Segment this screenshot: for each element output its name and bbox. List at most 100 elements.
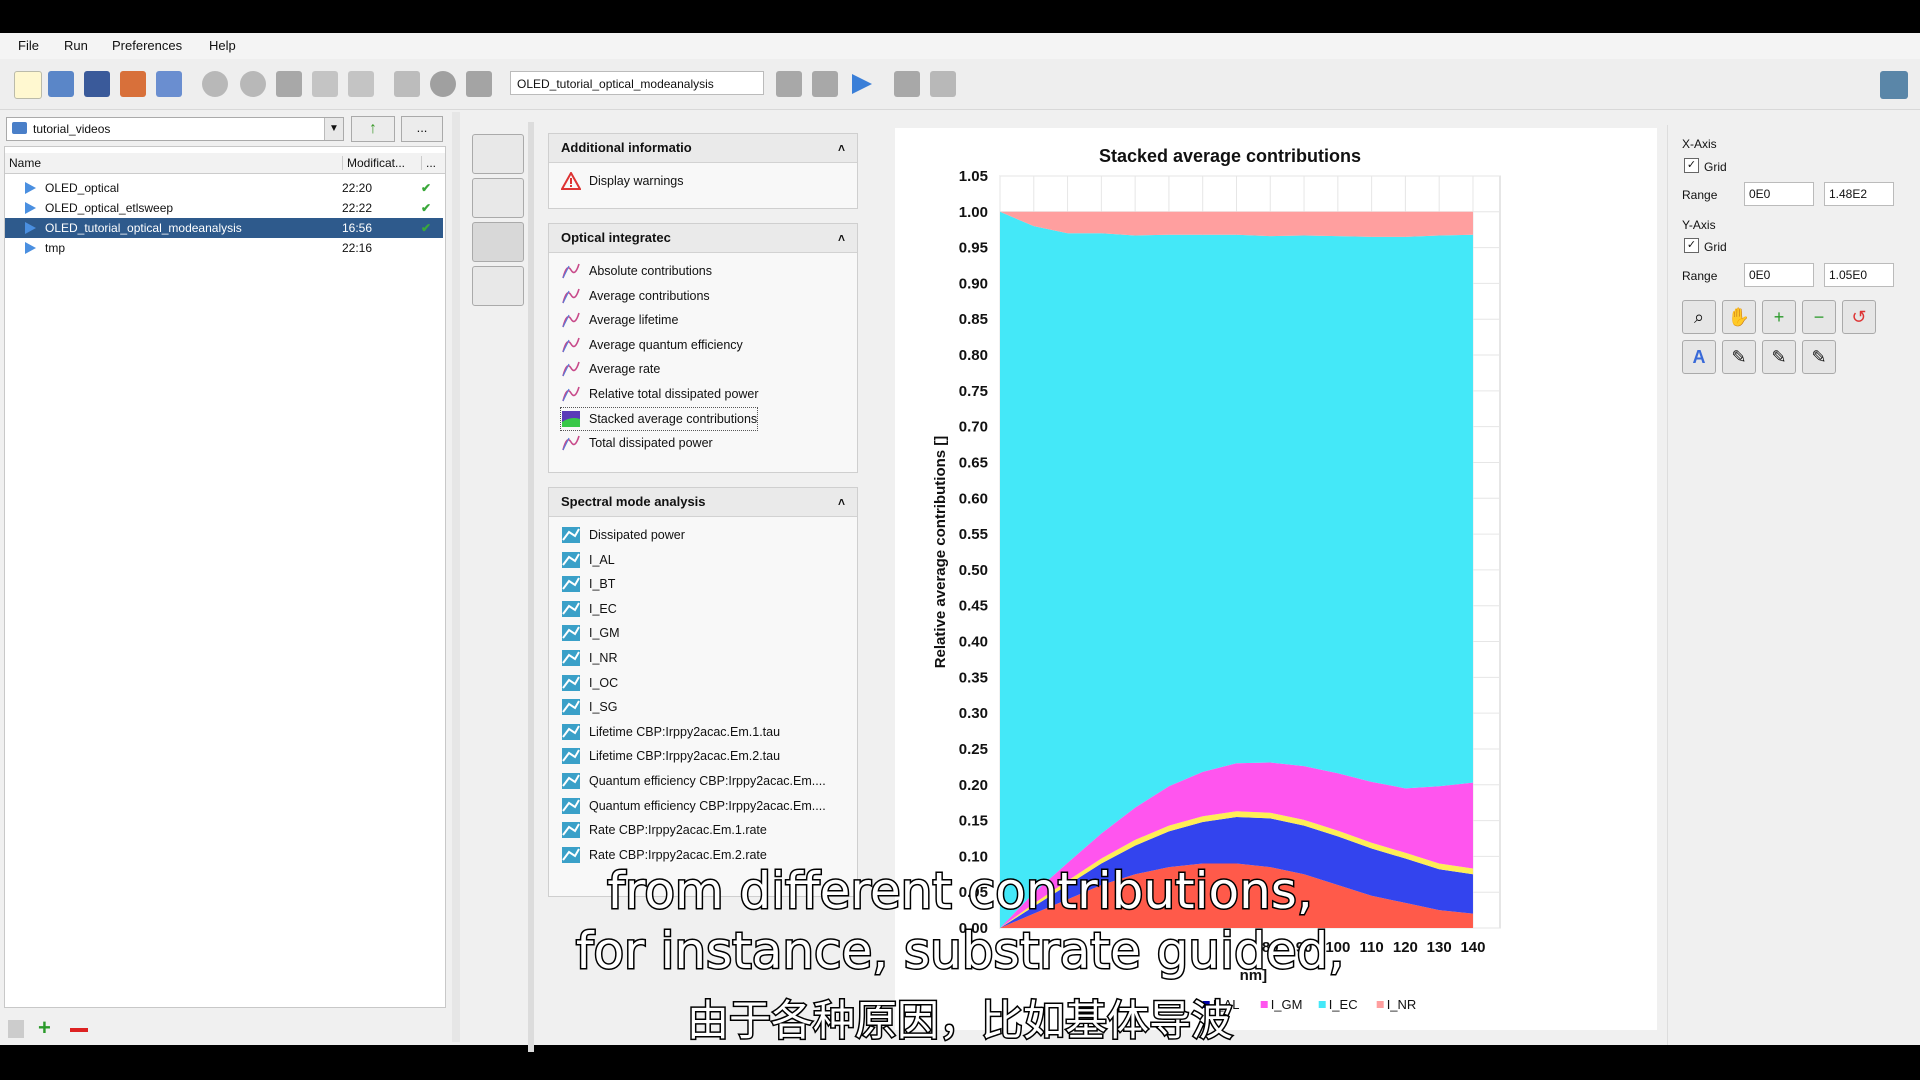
menu-bar: File Run Preferences Help [0, 33, 1920, 59]
tree-item-label: Average lifetime [589, 313, 679, 328]
y-grid-checkbox[interactable]: ✓ [1684, 238, 1699, 253]
pointer-icon[interactable] [394, 71, 420, 97]
tree-item[interactable]: I_GM [561, 622, 620, 644]
file-row[interactable]: OLED_optical 22:20 ✔ [5, 178, 443, 198]
open-folder-icon[interactable] [48, 71, 74, 97]
edit-icon[interactable] [120, 71, 146, 97]
tree-item[interactable]: Relative total dissipated power [561, 383, 759, 405]
collapse-icon[interactable]: ˄ [838, 134, 845, 162]
text-annotation-icon[interactable]: A [1682, 340, 1716, 374]
simulation-combo[interactable]: OLED_tutorial_optical_modeanalysis [510, 71, 764, 95]
column-more[interactable]: ... [421, 156, 436, 170]
subtitle-line-2: for instance, substrate guided, [574, 921, 1345, 982]
column-modified[interactable]: Modificat... [342, 156, 405, 170]
folder-upload-icon[interactable] [156, 71, 182, 97]
layer-icon[interactable] [466, 71, 492, 97]
file-name: OLED_optical [45, 181, 120, 195]
group-header[interactable]: Additional informatio ˄ [549, 134, 857, 163]
tree-item[interactable]: Average lifetime [561, 309, 678, 331]
y-range-label: Range [1682, 269, 1718, 283]
tree-item[interactable]: I_AL [561, 549, 615, 571]
y-tick-label: 0.75 [959, 383, 988, 400]
tree-item[interactable]: I_EC [561, 598, 617, 620]
tree-item-label: Absolute contributions [589, 264, 712, 278]
tree-item-label: Lifetime CBP:Irppy2acac.Em.1.tau [589, 724, 781, 739]
tree-item[interactable]: Quantum efficiency CBP:Irppy2acac.Em.... [561, 795, 826, 817]
spectrum-plot-icon [562, 748, 580, 765]
x-min-input[interactable]: 0E0 [1744, 182, 1814, 206]
collapse-icon[interactable]: ˄ [838, 224, 845, 252]
tree-item[interactable]: Lifetime CBP:Irppy2acac.Em.1.tau [561, 721, 780, 743]
tree-item[interactable]: Stacked average contributions [559, 406, 759, 431]
edit-view-tab[interactable] [472, 178, 524, 218]
tree-item-label: Rate CBP:Irppy2acac.Em.1.rate [589, 823, 767, 838]
zoom-icon[interactable]: ⌕ [1682, 300, 1716, 334]
tree-item[interactable]: Average contributions [561, 285, 710, 307]
tree-item[interactable]: Display warnings [561, 170, 683, 192]
undo-icon[interactable] [202, 71, 228, 97]
x-max-input[interactable]: 1.48E2 [1824, 182, 1894, 206]
tools-icon[interactable] [348, 71, 374, 97]
menu-run[interactable]: Run [64, 38, 88, 53]
cube-icon[interactable] [276, 71, 302, 97]
menu-file[interactable]: File [18, 38, 39, 53]
circle-icon[interactable] [430, 71, 456, 97]
tree-item-label: I_NR [589, 651, 618, 665]
tree-item-label: Total dissipated power [589, 436, 713, 451]
tree-item[interactable]: Quantum efficiency CBP:Irppy2acac.Em.... [561, 770, 826, 792]
new-file-icon[interactable] [14, 71, 42, 99]
tree-item[interactable]: Rate CBP:Irppy2acac.Em.1.rate [561, 819, 767, 841]
tree-item[interactable]: Dissipated power [561, 524, 685, 546]
subtitle-line-1: from different contributions, [606, 861, 1314, 922]
redo-icon[interactable] [240, 71, 266, 97]
collapse-icon[interactable]: ˄ [838, 488, 845, 516]
y-axis-label: Relative average contributions [] [932, 436, 949, 669]
line-style-icon[interactable]: ✎ [1722, 340, 1756, 374]
window-icon[interactable] [1880, 71, 1908, 99]
monitor-view-tab[interactable] [472, 222, 524, 262]
y-min-input[interactable]: 0E0 [1744, 263, 1814, 287]
play-icon[interactable] [848, 71, 874, 97]
zoom-in-icon[interactable]: + [1762, 300, 1796, 334]
column-name[interactable]: Name [9, 156, 41, 170]
tree-item[interactable]: Average rate [561, 358, 660, 380]
tree-item[interactable]: Average quantum efficiency [561, 334, 743, 356]
tree-item[interactable]: I_BT [561, 573, 615, 595]
tree-item[interactable]: I_SG [561, 696, 618, 718]
lightbulb-icon[interactable] [312, 71, 338, 97]
simulation-file-icon [25, 222, 36, 234]
zoom-out-icon[interactable]: − [1802, 300, 1836, 334]
chevron-down-icon[interactable]: ▼ [324, 118, 343, 140]
optical-integrated-group: Optical integratec ˄ Absolute contributi… [548, 223, 858, 473]
tree-item[interactable]: Lifetime CBP:Irppy2acac.Em.2.tau [561, 745, 780, 767]
tree-item-label: Quantum efficiency CBP:Irppy2acac.Em.... [589, 798, 826, 813]
file-row-selected[interactable]: OLED_tutorial_optical_modeanalysis 16:56… [5, 218, 443, 238]
browse-button[interactable]: ... [401, 116, 443, 142]
group-header[interactable]: Optical integratec ˄ [549, 224, 857, 253]
menu-preferences[interactable]: Preferences [112, 38, 182, 53]
group-header[interactable]: Spectral mode analysis ˄ [549, 488, 857, 517]
zoom-reset-icon[interactable]: ↺ [1842, 300, 1876, 334]
y-tick-label: 0.95 [959, 240, 988, 257]
tree-item[interactable]: I_NR [561, 647, 617, 669]
export-icon[interactable] [894, 71, 920, 97]
marker-style-icon[interactable]: ✎ [1762, 340, 1796, 374]
save-icon[interactable] [84, 71, 110, 97]
tree-item[interactable]: Total dissipated power [561, 432, 713, 454]
data-view-tab[interactable] [472, 134, 524, 174]
tree-item[interactable]: I_OC [561, 672, 618, 694]
pan-hand-icon[interactable]: ✋ [1722, 300, 1756, 334]
folder-up-button[interactable]: ↑ [351, 116, 395, 142]
line-width-icon[interactable]: ✎ [1802, 340, 1836, 374]
folder-select[interactable]: tutorial_videos ▼ [6, 117, 344, 141]
clear-icon[interactable] [930, 71, 956, 97]
pause-icon[interactable] [812, 71, 838, 97]
x-grid-checkbox[interactable]: ✓ [1684, 158, 1699, 173]
file-row[interactable]: tmp 22:16 [5, 238, 443, 258]
stop-icon[interactable] [776, 71, 802, 97]
y-max-input[interactable]: 1.05E0 [1824, 263, 1894, 287]
tree-item[interactable]: Absolute contributions [561, 260, 712, 282]
file-row[interactable]: OLED_optical_etlsweep 22:22 ✔ [5, 198, 443, 218]
menu-help[interactable]: Help [209, 38, 236, 53]
plot-view-tab[interactable] [472, 266, 524, 306]
